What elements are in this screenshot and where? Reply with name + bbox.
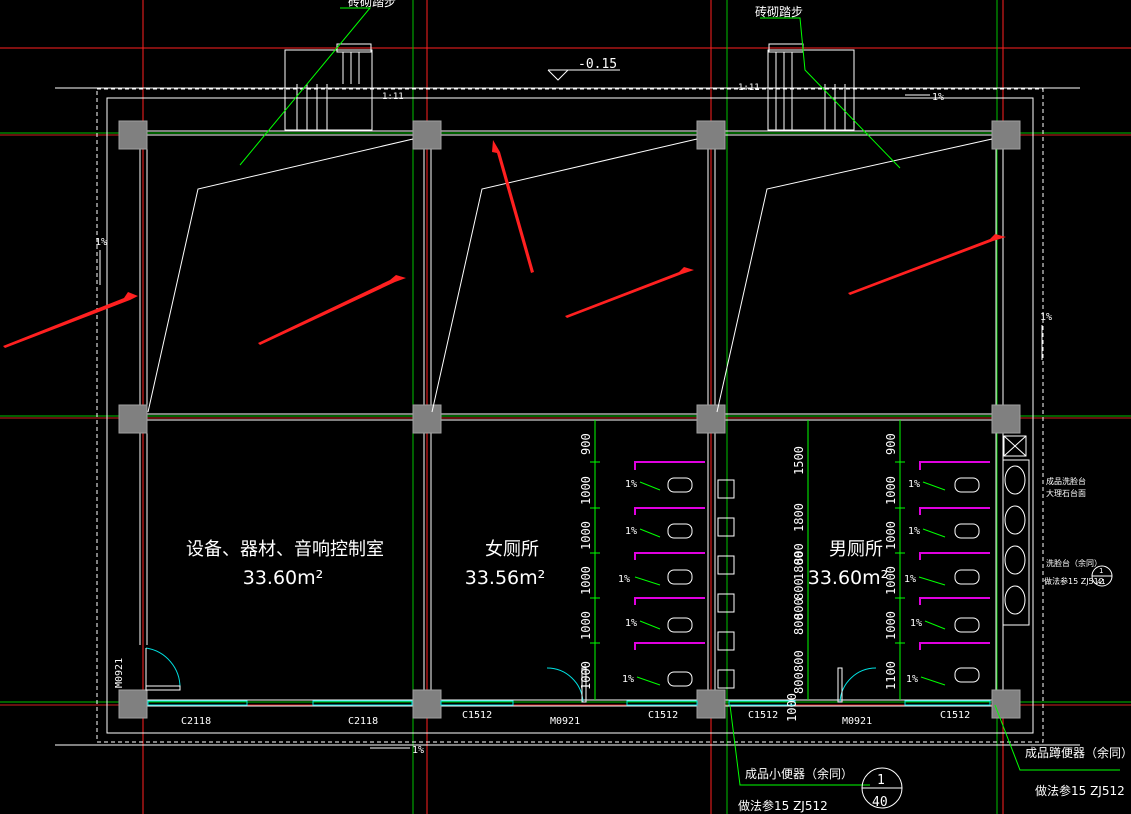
urinal-circle-top: 1	[877, 773, 885, 788]
room-area-men: 33.60m²	[808, 567, 889, 589]
dims-women: 900 1000 1000 1000 1000 1000	[579, 433, 593, 690]
dim-mid-extra-2: 800	[792, 598, 806, 620]
opening-label-4: M0921	[550, 716, 580, 727]
steps-right	[767, 43, 855, 131]
dim-women-6: 1000	[579, 661, 593, 690]
sink-note: 洗脸台（余同）	[1046, 558, 1102, 568]
brick-step-label-left: 砖砌踏步	[348, 0, 396, 9]
opening-label-6: C1512	[748, 710, 778, 721]
dim-men-5: 1000	[884, 611, 898, 640]
opening-label-3: C1512	[462, 710, 492, 721]
stall-slope-w1: 1%	[625, 479, 637, 490]
stall-slope-m2: 1%	[908, 526, 920, 537]
stall-slope-m1: 1%	[908, 479, 920, 490]
dims-men: 900 1000 1000 1000 1000 1100	[884, 433, 898, 690]
dim-men-4: 1000	[884, 566, 898, 595]
slope-arrows	[99, 94, 1043, 749]
urinal-ref: 做法参15 ZJ512	[738, 798, 828, 813]
stall-slope-w4: 1%	[625, 618, 637, 629]
room-name-control: 设备、器材、音响控制室	[186, 539, 384, 560]
slope-label-right: 1%	[1040, 312, 1052, 323]
dim-men-3: 1000	[884, 521, 898, 550]
dim-women-1: 900	[579, 433, 593, 455]
opening-label-2: C2118	[348, 716, 378, 727]
dim-women-3: 1000	[579, 521, 593, 550]
urinals	[717, 479, 735, 689]
opening-label-1: C2118	[181, 716, 211, 727]
stall-slope-w2: 1%	[625, 526, 637, 537]
door-left	[145, 647, 181, 691]
room-name-men: 男厕所	[829, 539, 883, 560]
basin-note-2: 大理石台面	[1046, 488, 1086, 498]
dim-men-6: 1100	[884, 661, 898, 690]
urinal-circle-bottom: 40	[872, 795, 888, 810]
door-left-label: M0921	[114, 658, 125, 688]
step-ratio-right: 1:11	[738, 83, 760, 93]
dim-mid-7: 1000	[785, 693, 799, 722]
stall-slope-w5: 1%	[622, 674, 634, 685]
axis-grid	[0, 0, 1131, 814]
slope-label-left: 1%	[95, 237, 107, 248]
dim-mid-4: 800	[792, 578, 806, 600]
stall-slope-m5: 1%	[906, 674, 918, 685]
slope-label-top: 1%	[932, 92, 944, 103]
basins	[1002, 435, 1030, 626]
red-arrows	[3, 140, 1006, 348]
basin-note: 成品洗脸台	[1046, 476, 1086, 486]
opening-label-5: C1512	[648, 710, 678, 721]
opening-label-8: C1512	[940, 710, 970, 721]
dim-men-1: 900	[884, 433, 898, 455]
stall-slope-w3: 1%	[618, 574, 630, 585]
opening-label-7: M0921	[842, 716, 872, 727]
brick-step-label-right: 砖砌踏步	[755, 4, 803, 19]
dim-women-4: 1000	[579, 566, 593, 595]
slope-label-bottom: 1%	[412, 745, 424, 756]
room-area-women: 33.56m²	[465, 567, 546, 589]
toilet-ref: 做法参15 ZJ512	[1035, 783, 1125, 798]
dim-women-5: 1000	[579, 611, 593, 640]
cad-floor-plan: 砖砌踏步 砖砌踏步 -0.15 1:11 1:11 1% 1% 1% 1% 设备…	[0, 0, 1131, 814]
urinal-note: 成品小便器（余同）	[745, 766, 853, 781]
toilets-women	[667, 477, 693, 687]
room-name-women: 女厕所	[485, 539, 539, 560]
toilet-note: 成品蹲便器（余同）	[1025, 745, 1131, 760]
dims-mid: 1500 1800 800 800 800 800 1000 1800 800 …	[785, 446, 806, 722]
sink-circle-top: 1	[1099, 567, 1103, 575]
sink-ref: 做法参15 ZJ512	[1044, 576, 1104, 586]
opening-labels: C2118 C2118 C1512 M0921 C1512 C1512 M092…	[181, 710, 970, 727]
level-label: -0.15	[578, 57, 617, 72]
stall-slope-m4: 1%	[910, 618, 922, 629]
green-axis-lines	[0, 0, 1131, 814]
dim-men-2: 1000	[884, 476, 898, 505]
dim-mid-extra-1: 1800	[792, 551, 806, 580]
dim-mid-6: 800	[792, 650, 806, 672]
steps-left	[284, 43, 373, 131]
dim-mid-1: 1500	[792, 446, 806, 475]
sink-circle-bottom: 41	[1097, 578, 1105, 586]
dim-mid-2: 1800	[792, 503, 806, 532]
stall-slope-m3: 1%	[904, 574, 916, 585]
dim-mid-extra-3: 800	[792, 672, 806, 694]
dim-women-2: 1000	[579, 476, 593, 505]
step-ratio-left: 1:11	[382, 92, 404, 102]
room-area-control: 33.60m²	[243, 567, 324, 589]
slope-lines	[147, 138, 993, 413]
